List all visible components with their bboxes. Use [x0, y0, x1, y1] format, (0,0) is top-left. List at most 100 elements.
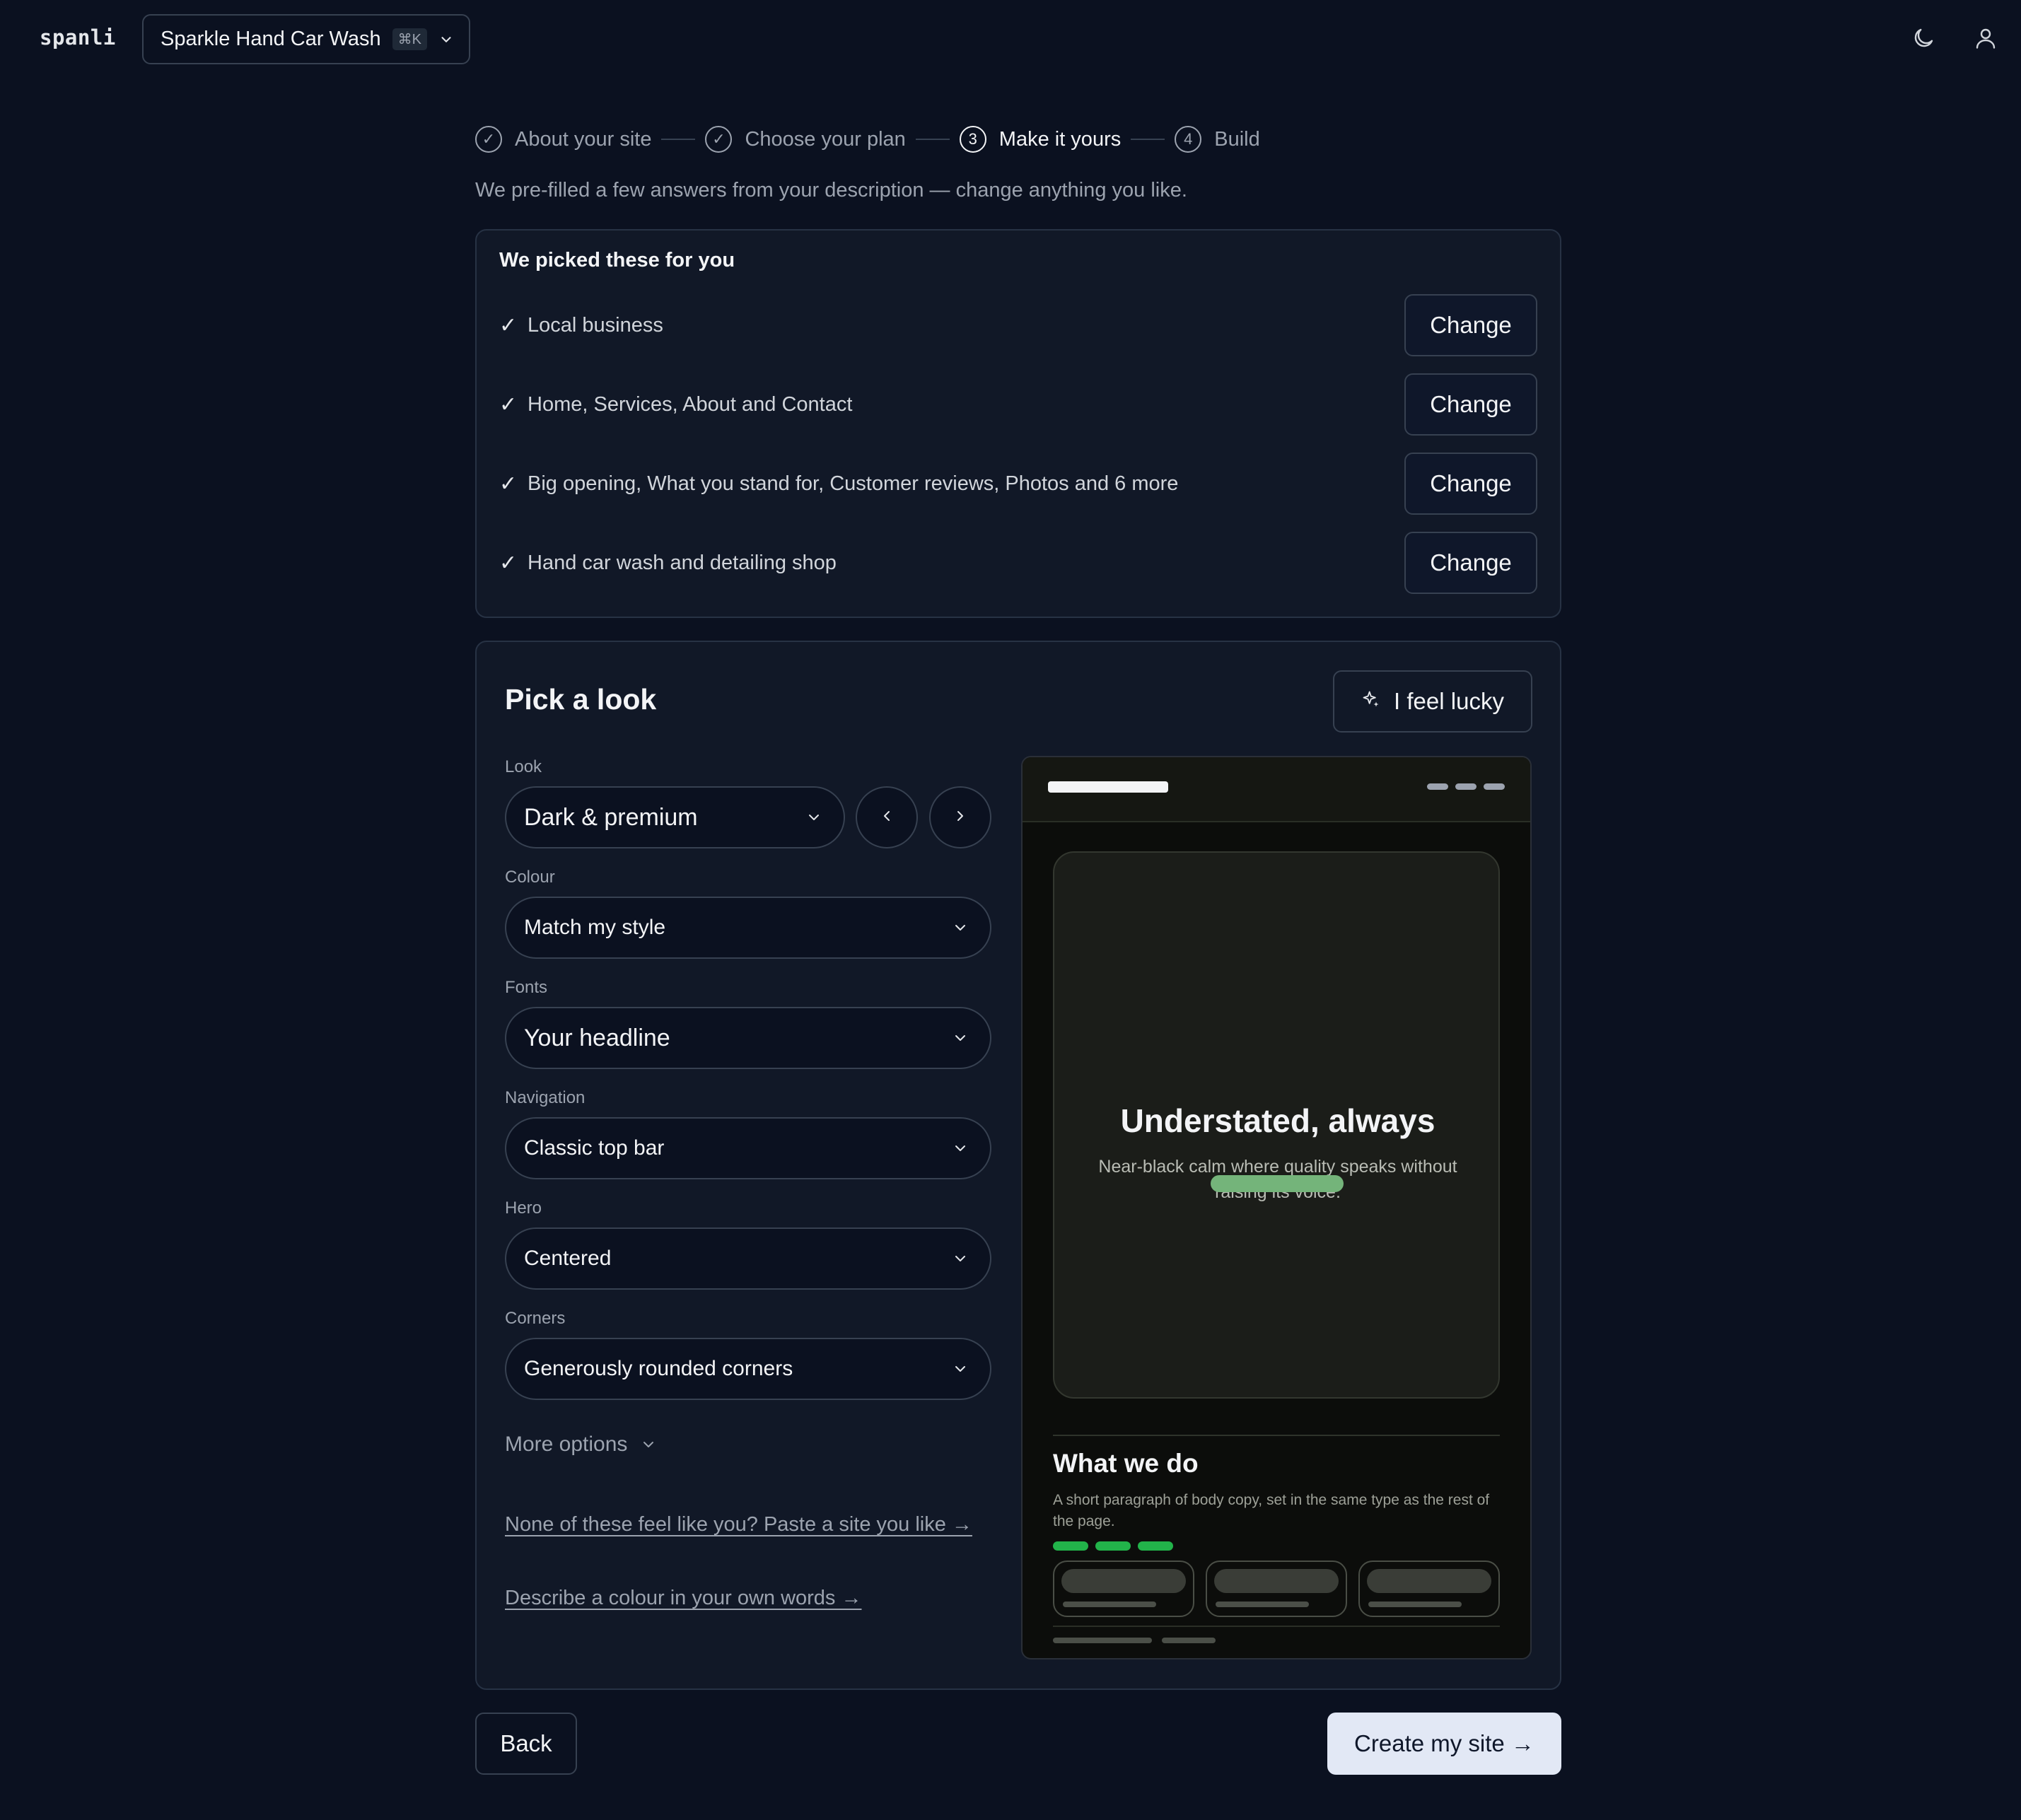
- corners-select[interactable]: Generously rounded corners: [505, 1338, 991, 1400]
- picked-item: Big opening, What you stand for, Custome…: [528, 472, 1179, 495]
- preview-footer-placeholder: [1053, 1638, 1152, 1643]
- chevron-down-icon: [805, 809, 822, 826]
- step-number: 3: [959, 126, 986, 153]
- user-icon: [1973, 25, 1998, 54]
- chevron-down-icon: [952, 919, 969, 936]
- chevron-down-icon: [952, 1250, 969, 1267]
- picked-row: ✓ Local business Change: [499, 294, 1537, 356]
- picked-item: Local business: [528, 313, 663, 337]
- sparkle-icon: [1361, 688, 1381, 715]
- step-label: Make it yours: [998, 127, 1122, 151]
- picked-item: Hand car wash and detailing shop: [528, 551, 837, 574]
- navigation-label: Navigation: [505, 1088, 586, 1107]
- picked-title: We picked these for you: [499, 249, 735, 272]
- step-about-your-site[interactable]: ✓ About your site: [475, 126, 651, 153]
- preview-section-text: A short paragraph of body copy, set in t…: [1053, 1492, 1490, 1529]
- create-site-button[interactable]: Create my site →: [1327, 1713, 1561, 1775]
- step-label: Choose your plan: [745, 127, 906, 151]
- checkmark-icon: ✓: [499, 392, 518, 416]
- preview-nav-placeholder: [1427, 783, 1448, 790]
- navigation-value: Classic top bar: [524, 1136, 665, 1160]
- preview-divider: [1053, 1435, 1500, 1436]
- site-switcher[interactable]: Sparkle Hand Car Wash ⌘K: [142, 14, 470, 64]
- app-logo[interactable]: spanli: [40, 25, 116, 49]
- step-connector: [1131, 139, 1165, 140]
- preview-mini-card: [1358, 1561, 1500, 1617]
- preview-mini-card: [1206, 1561, 1347, 1617]
- preview-nav-placeholder: [1455, 783, 1477, 790]
- preview-hero-title: Understated, always: [1120, 1102, 1435, 1139]
- look-value: Dark & premium: [524, 803, 698, 831]
- chevron-down-icon: [952, 1029, 969, 1046]
- preview-section-title: What we do: [1053, 1449, 1199, 1478]
- chevron-down-icon: [952, 1140, 969, 1157]
- step-label: About your site: [515, 127, 652, 151]
- change-button[interactable]: Change: [1404, 453, 1537, 515]
- account-button[interactable]: [1967, 21, 2004, 58]
- checkmark-icon: ✓: [499, 472, 518, 496]
- chevron-left-icon: [878, 807, 895, 828]
- chevron-down-icon: [438, 32, 454, 47]
- feel-lucky-label: I feel lucky: [1394, 688, 1504, 714]
- colour-select[interactable]: Match my style: [505, 897, 991, 959]
- step-connector: [915, 139, 950, 140]
- colour-value: Match my style: [524, 916, 666, 939]
- hero-label: Hero: [505, 1198, 542, 1218]
- more-options-label: More options: [505, 1433, 628, 1456]
- shortcut-hint: ⌘K: [392, 28, 427, 50]
- feel-lucky-button[interactable]: I feel lucky: [1333, 670, 1532, 733]
- preview-footer-divider: [1053, 1626, 1500, 1627]
- colour-label: Colour: [505, 868, 555, 887]
- fonts-label: Fonts: [505, 978, 548, 997]
- preview-accent-bar: [1053, 1541, 1088, 1551]
- picked-item: Home, Services, About and Contact: [528, 392, 853, 416]
- chevron-down-icon: [952, 1360, 969, 1377]
- more-options-toggle[interactable]: More options: [505, 1433, 657, 1457]
- step-number: 4: [1175, 126, 1202, 153]
- preview-hero: Understated, always Near-black calm wher…: [1053, 851, 1500, 1399]
- change-button[interactable]: Change: [1404, 532, 1537, 594]
- step-label: Build: [1214, 127, 1260, 151]
- look-select[interactable]: Dark & premium: [505, 786, 845, 848]
- next-look-button[interactable]: [929, 786, 991, 848]
- fonts-select[interactable]: Your headline: [505, 1007, 991, 1069]
- step-check-icon: ✓: [705, 126, 733, 153]
- step-make-it-yours: 3 Make it yours: [959, 126, 1122, 153]
- look-title: Pick a look: [505, 683, 657, 716]
- preview-footer-placeholder: [1162, 1638, 1216, 1643]
- hero-value: Centered: [524, 1247, 612, 1270]
- preview-nav-placeholder: [1484, 783, 1505, 790]
- step-choose-your-plan[interactable]: ✓ Choose your plan: [705, 126, 906, 153]
- step-connector: [661, 139, 696, 140]
- preview-accent-bar: [1095, 1541, 1131, 1551]
- back-button[interactable]: Back: [475, 1713, 577, 1775]
- preview-logo-placeholder: [1048, 781, 1168, 793]
- checkmark-icon: ✓: [499, 313, 518, 337]
- describe-colour-link[interactable]: Describe a colour in your own words →: [505, 1587, 861, 1610]
- preview-mini-card: [1053, 1561, 1194, 1617]
- look-label: Look: [505, 757, 542, 776]
- paste-site-link[interactable]: None of these feel like you? Paste a sit…: [505, 1513, 972, 1536]
- picked-row: ✓ Big opening, What you stand for, Custo…: [499, 453, 1537, 515]
- step-check-icon: ✓: [475, 126, 502, 153]
- intro-text: We pre-filled a few answers from your de…: [475, 179, 1187, 202]
- corners-label: Corners: [505, 1309, 566, 1328]
- preview-hero-button: [1211, 1175, 1344, 1192]
- moon-icon: [1911, 25, 1936, 54]
- navigation-select[interactable]: Classic top bar: [505, 1117, 991, 1179]
- preview-accent-bar: [1138, 1541, 1173, 1551]
- corners-value: Generously rounded corners: [524, 1357, 793, 1380]
- hero-select[interactable]: Centered: [505, 1227, 991, 1290]
- picked-row: ✓ Home, Services, About and Contact Chan…: [499, 373, 1537, 436]
- theme-toggle-button[interactable]: [1905, 21, 1942, 58]
- picked-row: ✓ Hand car wash and detailing shop Chang…: [499, 532, 1537, 594]
- change-button[interactable]: Change: [1404, 373, 1537, 436]
- chevron-right-icon: [952, 807, 969, 828]
- change-button[interactable]: Change: [1404, 294, 1537, 356]
- chevron-down-icon: [640, 1436, 657, 1453]
- stepper: ✓ About your site ✓ Choose your plan 3 M…: [475, 123, 1260, 156]
- step-build: 4 Build: [1175, 126, 1260, 153]
- fonts-value: Your headline: [524, 1024, 670, 1051]
- previous-look-button[interactable]: [856, 786, 918, 848]
- checkmark-icon: ✓: [499, 551, 518, 575]
